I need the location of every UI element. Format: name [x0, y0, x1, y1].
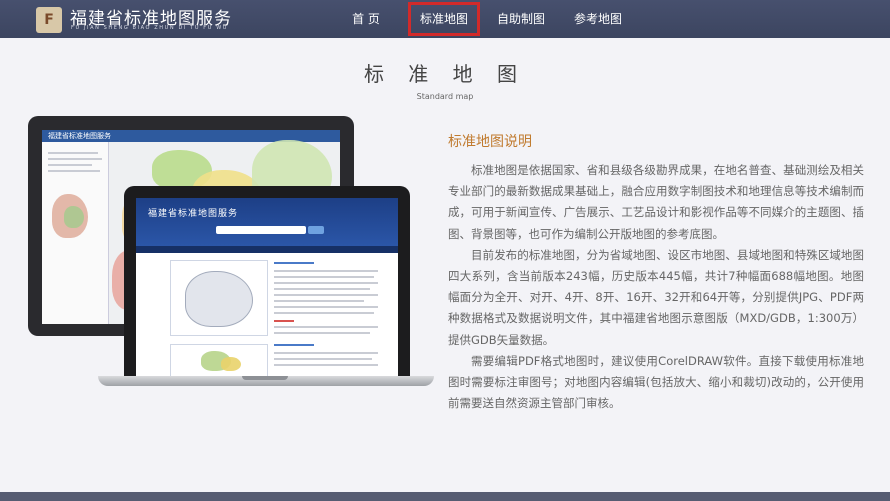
footer-bar	[0, 492, 890, 501]
top-navigation-bar: F 福建省标准地图服务 FU JIAN SHENG BIAO ZHUN DI T…	[0, 0, 890, 38]
nav-self-mapping[interactable]: 自助制图	[490, 0, 552, 38]
tablet-screen-sidebar	[42, 142, 109, 324]
laptop-screen-map-card-2	[170, 344, 268, 376]
laptop-screen-search-box	[216, 226, 306, 234]
laptop-screen-title: 福建省标准地图服务	[148, 209, 239, 219]
site-subtitle: FU JIAN SHENG BIAO ZHUN DI TU FU WU	[71, 25, 229, 31]
laptop-preview-image: 福建省标准地图服务	[124, 186, 410, 376]
description-body: 标准地图是依据国家、省和县级各级勘界成果，在地名普查、基础测绘及相关专业部门的最…	[448, 160, 864, 414]
laptop-screen-banner: 福建省标准地图服务	[136, 198, 398, 246]
tablet-screen-title: 福建省标准地图服务	[48, 132, 111, 140]
nav-home[interactable]: 首 页	[344, 0, 388, 38]
laptop-screen-map-card	[170, 260, 268, 336]
page-subtitle: Standard map	[416, 92, 474, 101]
description-paragraph-3: 需要编辑PDF格式地图时，建议使用CorelDRAW软件。直接下载使用标准地图时…	[448, 353, 864, 411]
description-title: 标准地图说明	[448, 134, 532, 150]
page-title: 标 准 地 图	[363, 62, 527, 86]
nav-reference-map[interactable]: 参考地图	[568, 0, 628, 38]
description-paragraph-1: 标准地图是依据国家、省和县级各级勘界成果，在地名普查、基础测绘及相关专业部门的最…	[448, 163, 864, 241]
laptop-screen-search-button	[308, 226, 324, 234]
laptop-screen-nav	[136, 246, 398, 253]
laptop-screen: 福建省标准地图服务	[136, 198, 398, 376]
nav-standard-map[interactable]: 标准地图	[408, 2, 480, 36]
description-paragraph-2: 目前发布的标准地图，分为省域地图、设区市地图、县域地图和特殊区域地图四大系列，含…	[448, 247, 864, 347]
laptop-notch	[242, 376, 288, 380]
site-logo-icon[interactable]: F	[36, 7, 62, 33]
